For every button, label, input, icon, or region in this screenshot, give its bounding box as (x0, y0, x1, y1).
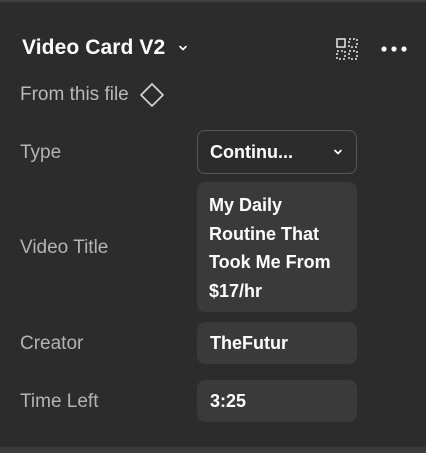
panel-header: Video Card V2 (22, 36, 189, 60)
video-title-label: Video Title (20, 237, 109, 258)
diamond-component-icon[interactable] (139, 82, 165, 108)
type-select[interactable]: Continu... (197, 130, 357, 174)
type-label: Type (20, 142, 62, 163)
creator-field[interactable]: TheFutur (197, 322, 357, 364)
component-source-row: From this file (20, 82, 165, 108)
component-grid-icon[interactable] (336, 38, 358, 60)
source-label: From this file (20, 84, 129, 105)
header-actions (336, 38, 408, 60)
time-left-label: Time Left (20, 391, 99, 412)
more-horizontal-icon[interactable] (380, 45, 408, 53)
chevron-down-icon (332, 142, 344, 163)
type-select-value: Continu... (210, 141, 293, 162)
component-properties-panel: Video Card V2 From this file Type Contin… (0, 0, 426, 453)
video-title-field[interactable]: My Daily Routine That Took Me From $17/h… (197, 182, 357, 312)
chevron-down-icon[interactable] (177, 42, 189, 54)
time-left-field[interactable]: 3:25 (197, 380, 357, 422)
creator-label: Creator (20, 333, 84, 354)
component-title: Video Card V2 (22, 36, 166, 59)
